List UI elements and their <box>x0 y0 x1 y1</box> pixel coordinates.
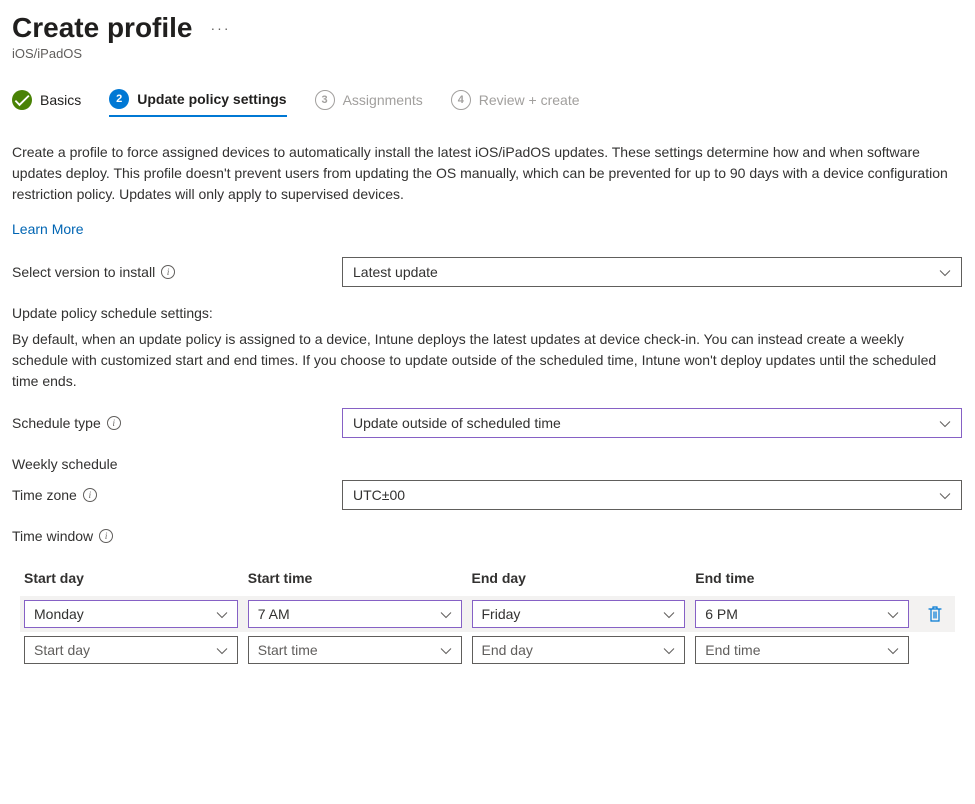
step-number-icon: 4 <box>451 90 471 110</box>
wizard-step-update-policy[interactable]: 2 Update policy settings <box>109 89 286 117</box>
start-day-select[interactable]: Monday <box>24 600 238 628</box>
timezone-select[interactable]: UTC±00 <box>342 480 962 510</box>
step-label: Update policy settings <box>137 91 286 107</box>
info-icon[interactable]: i <box>99 529 113 543</box>
chevron-down-icon <box>216 608 228 620</box>
schedule-type-select[interactable]: Update outside of scheduled time <box>342 408 962 438</box>
chevron-down-icon <box>887 644 899 656</box>
col-header-start-day: Start day <box>24 570 238 586</box>
col-header-start-time: Start time <box>248 570 462 586</box>
timezone-label: Time zone <box>12 487 77 503</box>
chevron-down-icon <box>663 644 675 656</box>
table-row: Start day Start time End day End time <box>20 632 955 668</box>
time-window-table: Start day Start time End day End time Mo… <box>12 560 963 668</box>
end-time-select[interactable]: End time <box>695 636 909 664</box>
info-icon[interactable]: i <box>161 265 175 279</box>
select-placeholder: Start time <box>258 642 318 658</box>
chevron-down-icon <box>663 608 675 620</box>
wizard-step-basics[interactable]: Basics <box>12 89 81 117</box>
select-value: Monday <box>34 606 84 622</box>
chevron-down-icon <box>440 644 452 656</box>
end-day-select[interactable]: Friday <box>472 600 686 628</box>
step-label: Assignments <box>343 92 423 108</box>
page-title: Create profile <box>12 12 193 44</box>
step-label: Review + create <box>479 92 580 108</box>
step-label: Basics <box>40 92 81 108</box>
chevron-down-icon <box>887 608 899 620</box>
time-window-label: Time window <box>12 528 93 544</box>
chevron-down-icon <box>939 417 951 429</box>
select-value: Update outside of scheduled time <box>353 415 561 431</box>
schedule-settings-heading: Update policy schedule settings: <box>12 305 963 321</box>
step-number-icon: 2 <box>109 89 129 109</box>
select-value: UTC±00 <box>353 487 405 503</box>
col-header-end-time: End time <box>695 570 909 586</box>
select-placeholder: Start day <box>34 642 90 658</box>
select-value: Friday <box>482 606 521 622</box>
end-time-select[interactable]: 6 PM <box>695 600 909 628</box>
delete-row-button[interactable] <box>919 605 951 623</box>
chevron-down-icon <box>216 644 228 656</box>
intro-description: Create a profile to force assigned devic… <box>12 142 957 205</box>
trash-icon <box>927 605 943 623</box>
col-header-end-day: End day <box>472 570 686 586</box>
wizard-steps: Basics 2 Update policy settings 3 Assign… <box>12 89 963 118</box>
chevron-down-icon <box>939 489 951 501</box>
info-icon[interactable]: i <box>107 416 121 430</box>
chevron-down-icon <box>939 266 951 278</box>
schedule-description: By default, when an update policy is ass… <box>12 329 957 392</box>
info-icon[interactable]: i <box>83 488 97 502</box>
table-row: Monday 7 AM Friday 6 PM <box>20 596 955 632</box>
start-time-select[interactable]: 7 AM <box>248 600 462 628</box>
version-label: Select version to install <box>12 264 155 280</box>
start-time-select[interactable]: Start time <box>248 636 462 664</box>
select-placeholder: End day <box>482 642 533 658</box>
select-value: Latest update <box>353 264 438 280</box>
learn-more-link[interactable]: Learn More <box>12 221 84 237</box>
select-value: 6 PM <box>705 606 738 622</box>
select-value: 7 AM <box>258 606 290 622</box>
schedule-type-label: Schedule type <box>12 415 101 431</box>
page-subtitle: iOS/iPadOS <box>12 46 963 61</box>
more-menu-icon[interactable]: ··· <box>211 20 231 36</box>
select-placeholder: End time <box>705 642 760 658</box>
version-select[interactable]: Latest update <box>342 257 962 287</box>
weekly-schedule-heading: Weekly schedule <box>12 456 963 472</box>
wizard-step-review[interactable]: 4 Review + create <box>451 89 580 117</box>
chevron-down-icon <box>440 608 452 620</box>
wizard-step-assignments[interactable]: 3 Assignments <box>315 89 423 117</box>
step-number-icon: 3 <box>315 90 335 110</box>
start-day-select[interactable]: Start day <box>24 636 238 664</box>
end-day-select[interactable]: End day <box>472 636 686 664</box>
check-icon <box>12 90 32 110</box>
